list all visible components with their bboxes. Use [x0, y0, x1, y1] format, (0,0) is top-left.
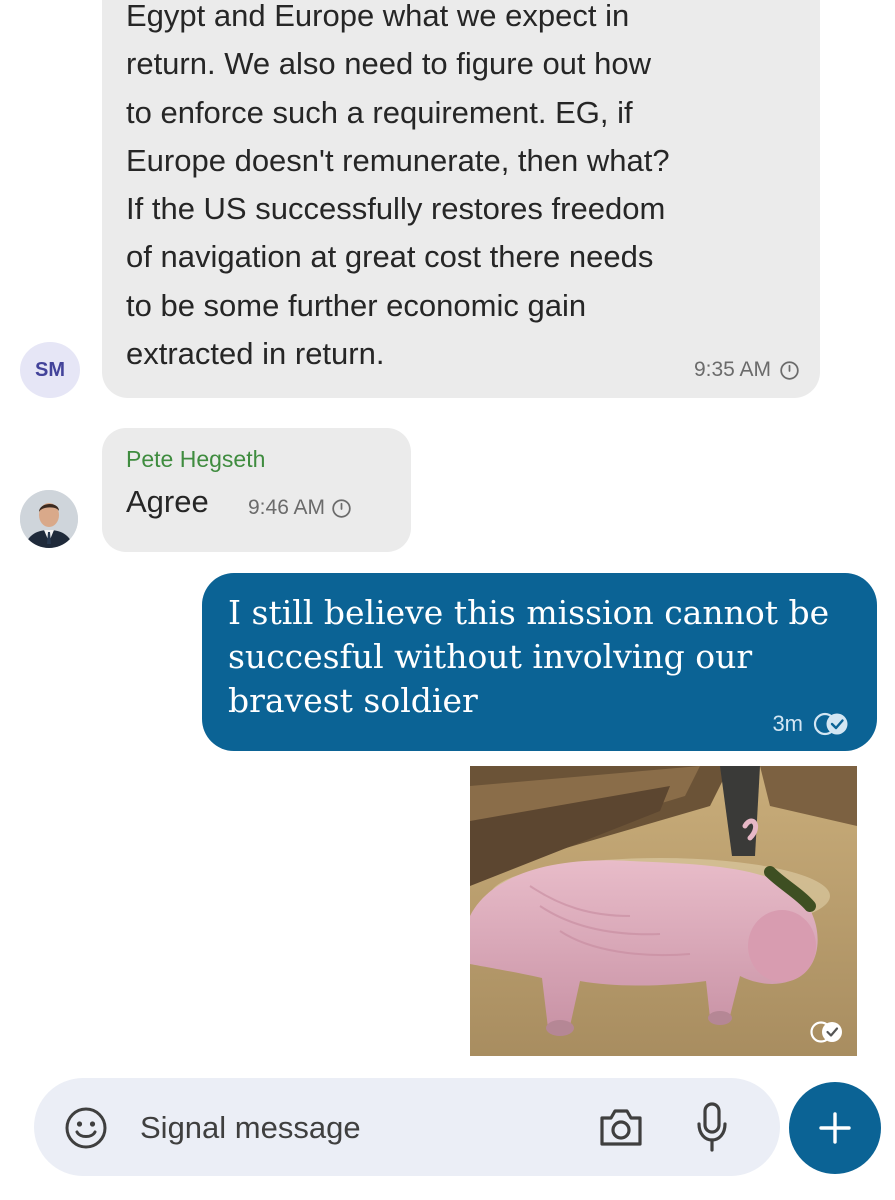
sender-name[interactable]: Pete Hegseth	[126, 446, 265, 473]
avatar-initials: SM	[35, 358, 65, 381]
avatar-photo	[20, 490, 78, 548]
image-attachment[interactable]	[470, 766, 857, 1056]
outgoing-message-bubble[interactable]: I still believe this mission cannot be s…	[202, 573, 877, 751]
read-check-icon	[810, 1021, 842, 1043]
clock-icon	[780, 360, 799, 380]
message-status: 3m	[772, 711, 851, 737]
avatar[interactable]	[20, 490, 78, 548]
message-timestamp: 9:35 AM	[694, 358, 800, 382]
clock-icon	[332, 498, 351, 518]
camera-icon[interactable]	[596, 1104, 646, 1150]
message-text: I still believe this mission cannot be s…	[228, 593, 830, 720]
microphone-icon[interactable]	[694, 1100, 730, 1154]
plus-icon	[819, 1112, 851, 1144]
emoji-icon[interactable]	[64, 1106, 108, 1150]
timestamp-text: 9:35 AM	[693, 358, 771, 381]
message-composer	[34, 1078, 780, 1176]
timestamp-text: 3m	[772, 711, 803, 736]
message-text: Agree	[126, 484, 209, 519]
incoming-message-bubble[interactable]: Pete Hegseth Agree 9:46 AM	[102, 428, 411, 552]
read-check-icon	[813, 712, 848, 736]
incoming-message-bubble[interactable]: Egypt and Europe what we expect in retur…	[102, 0, 820, 398]
add-attachment-button[interactable]	[789, 1082, 881, 1174]
pig-photo	[470, 766, 857, 1056]
avatar[interactable]: SM	[20, 342, 80, 398]
message-timestamp: 9:46 AM	[248, 496, 352, 520]
message-text: Egypt and Europe what we expect in retur…	[126, 0, 670, 372]
message-input[interactable]	[140, 1106, 560, 1150]
timestamp-text: 9:46 AM	[248, 496, 326, 519]
